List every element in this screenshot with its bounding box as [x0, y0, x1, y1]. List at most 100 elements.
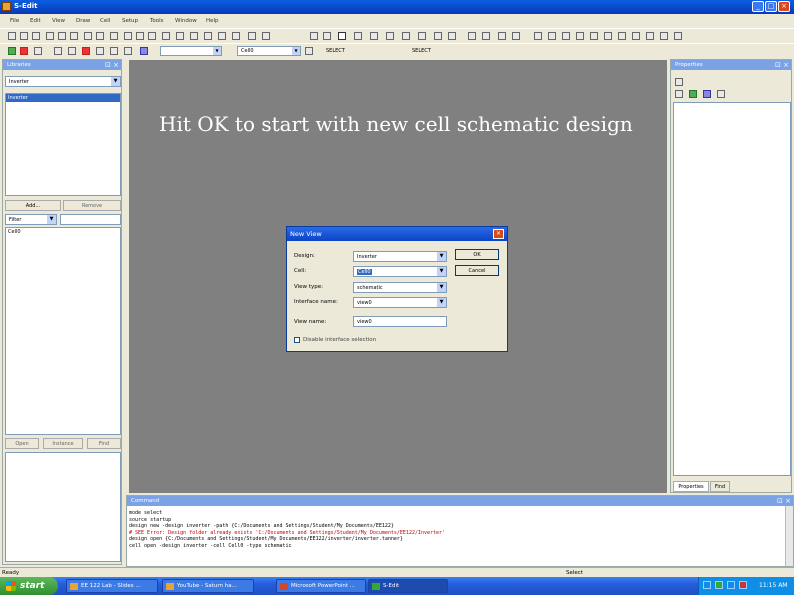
cut-icon[interactable]: [46, 32, 54, 40]
menu-help[interactable]: Help: [206, 18, 219, 24]
check-icon[interactable]: [8, 47, 16, 55]
menu-cell[interactable]: Cell: [100, 18, 110, 24]
list-item[interactable]: Inverter: [6, 94, 120, 102]
panel-pin-close-icon[interactable]: ⊡ ×: [105, 60, 119, 70]
undo-icon[interactable]: [96, 32, 104, 40]
task-button-youtube[interactable]: YouTube - Saturn ha...: [162, 579, 254, 593]
instance-button[interactable]: Instance: [43, 438, 83, 449]
ungroup-icon[interactable]: [646, 32, 654, 40]
tray-volume-icon[interactable]: [727, 581, 735, 589]
cancel-button[interactable]: Cancel: [455, 265, 499, 276]
copy-icon[interactable]: [58, 32, 66, 40]
wizard-icon[interactable]: [675, 90, 683, 98]
menu-setup[interactable]: Setup: [122, 18, 138, 24]
ok-button[interactable]: OK: [455, 249, 499, 260]
dot-icon[interactable]: [323, 32, 331, 40]
shape-4-icon[interactable]: [512, 32, 520, 40]
open-icon[interactable]: [20, 32, 28, 40]
save-icon[interactable]: [32, 32, 40, 40]
arrow-icon[interactable]: [176, 32, 184, 40]
circle-icon[interactable]: [310, 32, 318, 40]
error-icon[interactable]: [20, 47, 28, 55]
pan-icon[interactable]: [190, 32, 198, 40]
zoom-out-icon[interactable]: [148, 32, 156, 40]
port-icon[interactable]: [448, 32, 456, 40]
filter-input[interactable]: [60, 214, 121, 225]
menu-view[interactable]: View: [52, 18, 65, 24]
align-2-icon[interactable]: [548, 32, 556, 40]
command-scrollbar[interactable]: [785, 506, 793, 566]
menu-window[interactable]: Window: [175, 18, 197, 24]
print-icon[interactable]: [84, 32, 92, 40]
cell-list[interactable]: Inverter: [5, 93, 121, 196]
view-name-input[interactable]: view0: [353, 316, 447, 327]
flip-icon[interactable]: [604, 32, 612, 40]
order-2-icon[interactable]: [674, 32, 682, 40]
tray-shield-icon[interactable]: [715, 581, 723, 589]
new-icon[interactable]: [8, 32, 16, 40]
flip-2-icon[interactable]: [618, 32, 626, 40]
rotate-icon[interactable]: [590, 32, 598, 40]
hierarchy-icon[interactable]: [204, 32, 212, 40]
home-icon[interactable]: [162, 32, 170, 40]
menu-file[interactable]: File: [10, 18, 19, 24]
circle-property-icon[interactable]: [703, 90, 711, 98]
list-item[interactable]: Cell0: [6, 228, 120, 236]
shape-2-icon[interactable]: [482, 32, 490, 40]
menu-tools[interactable]: Tools: [150, 18, 164, 24]
library-combo[interactable]: Inverter ▼: [5, 76, 121, 87]
shape-icon[interactable]: [468, 32, 476, 40]
toolbar-combo-empty[interactable]: ▼: [160, 46, 222, 56]
minimize-button[interactable]: _: [752, 1, 764, 12]
graph-icon[interactable]: [140, 47, 148, 55]
select-pointer-icon[interactable]: [338, 32, 346, 40]
line-4-icon[interactable]: [418, 32, 426, 40]
align-icon[interactable]: [534, 32, 542, 40]
push-icon[interactable]: [218, 32, 226, 40]
menu-edit[interactable]: Edit: [30, 18, 41, 24]
tray-alert-icon[interactable]: [739, 581, 747, 589]
open-button[interactable]: Open: [5, 438, 39, 449]
task-button-slides[interactable]: EE 122 Lab - Slides ...: [66, 579, 158, 593]
step-icon[interactable]: [96, 47, 104, 55]
panel-pin-close-icon[interactable]: ⊡ ×: [777, 496, 791, 506]
sort-icon[interactable]: [675, 78, 683, 86]
dropdown-icon[interactable]: [262, 32, 270, 40]
shape-3-icon[interactable]: [498, 32, 506, 40]
order-icon[interactable]: [660, 32, 668, 40]
add-button[interactable]: Add...: [5, 200, 61, 211]
zoom-in-icon[interactable]: [136, 32, 144, 40]
stop-icon[interactable]: [82, 47, 90, 55]
tab-find[interactable]: Find: [710, 481, 730, 492]
play-icon[interactable]: [68, 47, 76, 55]
cell-combo[interactable]: Cell0 ▼: [237, 46, 301, 56]
export-icon[interactable]: [124, 47, 132, 55]
disable-interface-checkbox[interactable]: [294, 337, 300, 343]
panel-pin-close-icon[interactable]: ⊡ ×: [775, 60, 789, 70]
probe-icon[interactable]: [54, 47, 62, 55]
dialog-close-icon[interactable]: ×: [493, 229, 504, 239]
netlist-icon[interactable]: [110, 47, 118, 55]
add-property-icon[interactable]: [689, 90, 697, 98]
task-button-sedit[interactable]: S-Edit: [368, 579, 448, 593]
line-2-icon[interactable]: [386, 32, 394, 40]
tray-network-icon[interactable]: [703, 581, 711, 589]
close-button[interactable]: ×: [778, 1, 790, 12]
bus-icon[interactable]: [434, 32, 442, 40]
redo-icon[interactable]: [110, 32, 118, 40]
group-icon[interactable]: [632, 32, 640, 40]
tool-icon[interactable]: [34, 47, 42, 55]
pop-icon[interactable]: [232, 32, 240, 40]
task-button-powerpoint[interactable]: Microsoft PowerPoint ...: [276, 579, 366, 593]
design-combo[interactable]: Inverter ▼: [353, 251, 447, 262]
wire-icon[interactable]: [354, 32, 362, 40]
find-button[interactable]: Find: [87, 438, 121, 449]
line-icon[interactable]: [370, 32, 378, 40]
zoom-icon[interactable]: [124, 32, 132, 40]
tab-properties[interactable]: Properties: [673, 481, 709, 492]
filter-list[interactable]: Cell0: [5, 227, 121, 435]
view-type-combo[interactable]: schematic ▼: [353, 282, 447, 293]
align-3-icon[interactable]: [562, 32, 570, 40]
dropdown-arrow-icon[interactable]: [305, 47, 313, 55]
paste-icon[interactable]: [70, 32, 78, 40]
